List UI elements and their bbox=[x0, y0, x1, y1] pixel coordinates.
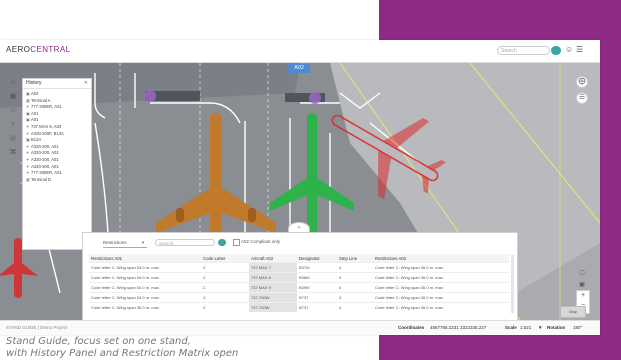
table-header-row: Restrictions A01 Code Letter Aircraft A0… bbox=[89, 254, 509, 263]
chevron-down-icon[interactable]: ▼ bbox=[538, 325, 542, 330]
history-item[interactable]: ▦Terminal D bbox=[26, 177, 91, 184]
target-icon[interactable]: ◎ bbox=[8, 134, 18, 144]
figure-caption: Stand Guide, focus set on one stand, wit… bbox=[6, 336, 238, 360]
history-item[interactable]: ▦Terminal A bbox=[26, 98, 91, 105]
caption-line-1: Stand Guide, focus set on one stand, bbox=[6, 336, 191, 347]
stand-label[interactable]: A02 bbox=[288, 64, 310, 73]
table-scrollbar[interactable] bbox=[511, 255, 514, 313]
list-icon[interactable]: ☰ bbox=[576, 92, 588, 104]
map-icon[interactable]: ▢ bbox=[577, 268, 587, 278]
column-header[interactable]: Restrictions A01 bbox=[89, 254, 201, 263]
zoom-in-button[interactable]: + bbox=[577, 291, 589, 301]
network-icon[interactable]: ⌘ bbox=[8, 148, 18, 158]
scale-label: Scale bbox=[505, 325, 517, 330]
rotation-value[interactable]: 180° bbox=[573, 325, 582, 330]
top-bar: AEROCENTRAL Search ☺ ☰ bbox=[0, 40, 600, 63]
column-header[interactable]: Code Letter bbox=[201, 254, 249, 263]
restriction-matrix-panel: Restrictions ▼ Search A02 Compliant only … bbox=[82, 232, 518, 322]
table-row[interactable]: Code letter C: Wing span 54.0 m. max. C 73… bbox=[89, 282, 509, 293]
history-item[interactable]: ✈A320-200, A01 bbox=[26, 144, 91, 151]
right-toolbar: ⨁ ☰ bbox=[576, 76, 590, 108]
history-item[interactable]: ▣A01 bbox=[26, 117, 91, 124]
compliant-checkbox[interactable] bbox=[233, 239, 240, 246]
minimap-toggle[interactable]: Map bbox=[560, 306, 586, 318]
table-row[interactable]: Code letter C: Wing span 54.0 m. max. C 73… bbox=[89, 262, 509, 273]
chevron-down-icon: ⌄ bbox=[296, 224, 302, 230]
layers-icon[interactable]: ▣ bbox=[577, 280, 587, 290]
filter-icon[interactable]: ▿ bbox=[8, 120, 18, 130]
history-title: History bbox=[26, 80, 42, 86]
column-header[interactable]: Designator bbox=[297, 254, 337, 263]
coordinates-label: Coordinates bbox=[398, 325, 425, 330]
column-header[interactable]: Restrictions A03 bbox=[373, 254, 509, 263]
chevron-down-icon: ▼ bbox=[141, 240, 145, 245]
search-input[interactable]: Search bbox=[497, 46, 550, 55]
brand-prefix: AERO bbox=[6, 45, 31, 54]
history-list: ▣A02 ▦Terminal A ✈777-200ER, A01 ▣A01 ▣A… bbox=[23, 89, 91, 183]
brand-logo[interactable]: AEROCENTRAL bbox=[6, 45, 70, 54]
history-panel: History ✕ ▣A02 ▦Terminal A ✈777-200ER, A… bbox=[22, 78, 92, 250]
restriction-table: Restrictions A01 Code Letter Aircraft A0… bbox=[89, 254, 509, 312]
history-item[interactable]: ✈777-200ER, A01 bbox=[26, 104, 91, 111]
history-item[interactable]: ▣B13A bbox=[26, 137, 91, 144]
left-toolbar: ⌂ ▣ ☆ ▿ ◎ ⌘ bbox=[8, 78, 22, 158]
rotation-label: Rotation bbox=[547, 325, 566, 330]
coordinates-value: 4567765.2231 3322335.227 bbox=[430, 325, 487, 330]
bridge-head-marker bbox=[144, 90, 156, 102]
column-header[interactable]: Step Line bbox=[337, 254, 373, 263]
search-button[interactable] bbox=[551, 46, 561, 55]
restrictions-dropdown[interactable]: Restrictions ▼ bbox=[103, 239, 147, 248]
history-item[interactable]: ✈A330-200F, B13A bbox=[26, 131, 91, 138]
history-item[interactable]: ✈A340-300, A01 bbox=[26, 164, 91, 171]
history-header: History ✕ bbox=[23, 79, 91, 89]
close-icon[interactable]: ✕ bbox=[84, 79, 88, 88]
footer-text: STAND GUIDE | Demo Project bbox=[6, 325, 68, 330]
user-icon[interactable]: ☺ bbox=[565, 45, 573, 54]
history-item[interactable]: ✈777-200ER, A01 bbox=[26, 170, 91, 177]
restrictions-search-input[interactable]: Search bbox=[155, 239, 215, 246]
caption-line-2: with History Panel and Restriction Matri… bbox=[6, 348, 239, 359]
compass-icon[interactable]: ⨁ bbox=[576, 76, 588, 88]
bridge-head-marker bbox=[309, 92, 321, 104]
hamburger-icon[interactable]: ☰ bbox=[576, 45, 583, 54]
history-item[interactable]: ✈737 MAX 8, A03 bbox=[26, 124, 91, 131]
history-item[interactable]: ▣A02 bbox=[26, 91, 91, 98]
star-icon[interactable]: ☆ bbox=[8, 106, 18, 116]
history-item[interactable]: ✈A320-200, A02 bbox=[26, 150, 91, 157]
compliant-checkbox-label: A02 Compliant only bbox=[241, 239, 281, 244]
history-item[interactable]: ✈A330-200, A01 bbox=[26, 157, 91, 164]
scale-value[interactable]: 1:521 bbox=[520, 325, 531, 330]
table-row[interactable]: Code letter C: Wing span 54.0 m. max. C 73… bbox=[89, 272, 509, 283]
column-header[interactable]: Aircraft A02 bbox=[249, 254, 297, 263]
status-bar: STAND GUIDE | Demo Project Coordinates 4… bbox=[0, 320, 600, 335]
restrictions-search-button[interactable] bbox=[218, 239, 226, 246]
table-row[interactable]: Code letter C: Wing span 54.0 m. max. C 73… bbox=[89, 292, 509, 303]
home-icon[interactable]: ⌂ bbox=[8, 78, 18, 88]
history-item[interactable]: ▣A01 bbox=[26, 111, 91, 118]
table-row[interactable]: Code letter C: Wing span 36.0 m. max. C 73… bbox=[89, 302, 509, 312]
layers-icon[interactable]: ▣ bbox=[8, 92, 18, 102]
brand-suffix: CENTRAL bbox=[30, 45, 71, 54]
